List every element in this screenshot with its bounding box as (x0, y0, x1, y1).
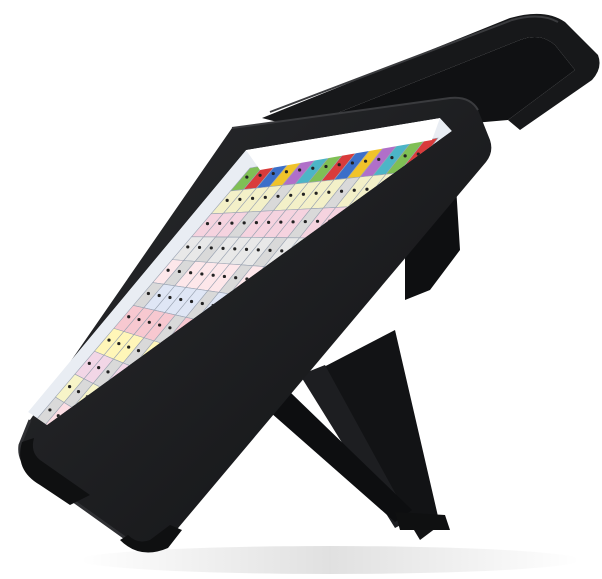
pictogram-icon (258, 173, 262, 177)
pictogram-icon (179, 297, 183, 302)
pictogram-icon (168, 295, 172, 300)
pictogram-icon (48, 408, 52, 412)
pictogram-icon (250, 196, 255, 200)
pictogram-icon (221, 246, 225, 251)
pictogram-icon (200, 272, 204, 276)
pictogram-icon (218, 221, 222, 225)
pictogram-icon (279, 220, 283, 224)
pictogram-icon (242, 221, 246, 225)
pictogram-icon (211, 273, 215, 277)
pictogram-icon (314, 191, 318, 195)
pictogram-icon (268, 248, 272, 252)
pictogram-icon (390, 156, 394, 160)
pictogram-icon (256, 248, 260, 252)
pictogram-icon (87, 361, 91, 365)
pictogram-icon (363, 159, 368, 163)
pictogram-icon (377, 157, 381, 162)
pictogram-icon (106, 370, 110, 374)
pictogram-icon (276, 194, 280, 198)
pictogram-icon (303, 219, 307, 224)
pictogram-icon (339, 189, 344, 193)
pictogram-icon (230, 221, 234, 225)
pictogram-icon (244, 247, 249, 251)
pictogram-icon (365, 187, 369, 191)
pictogram-icon (352, 188, 356, 192)
pictogram-icon (146, 291, 150, 296)
pictogram-icon (205, 222, 210, 226)
pictogram-icon (197, 245, 202, 250)
tablet-photo (18, 13, 600, 574)
pictogram-icon (403, 154, 407, 158)
pictogram-icon (327, 190, 331, 194)
photo-stage (0, 0, 602, 579)
pictogram-icon (222, 274, 227, 279)
pictogram-icon (225, 198, 229, 202)
pictogram-icon (158, 323, 162, 327)
pictogram-icon (127, 345, 131, 349)
pictogram-icon (186, 245, 190, 249)
pictogram-icon (263, 195, 267, 199)
pictogram-icon (177, 269, 181, 274)
pictogram-icon (189, 271, 193, 275)
pictogram-icon (200, 301, 204, 306)
pictogram-icon (127, 315, 131, 319)
pictogram-icon (280, 249, 284, 253)
pictogram-icon (168, 326, 172, 330)
pictogram-icon (137, 317, 141, 322)
pictogram-icon (337, 163, 341, 167)
pictogram-icon (238, 197, 242, 201)
pictogram-icon (301, 192, 306, 196)
pictogram-icon (267, 220, 271, 224)
pictogram-icon (271, 171, 275, 176)
pictogram-icon (289, 193, 293, 197)
pictogram-icon (189, 299, 194, 304)
pictogram-icon (350, 161, 354, 165)
pictogram-icon (284, 170, 289, 174)
pictogram-icon (147, 320, 151, 324)
pictogram-icon (315, 219, 320, 223)
pictogram-icon (136, 348, 141, 353)
pictogram-icon (68, 385, 72, 389)
pictogram-icon (107, 338, 111, 342)
pictogram-icon (157, 293, 161, 298)
pictogram-icon (233, 247, 237, 251)
pictogram-icon (311, 166, 315, 170)
pictogram-icon (209, 246, 213, 250)
pictogram-icon (166, 268, 170, 272)
pictogram-icon (291, 220, 295, 224)
pictogram-icon (324, 164, 328, 169)
pictogram-icon (97, 366, 101, 370)
pictogram-icon (245, 175, 249, 179)
pictogram-icon (298, 168, 302, 172)
pictogram-icon (234, 276, 238, 280)
pictogram-icon (117, 341, 121, 346)
pictogram-icon (76, 390, 81, 394)
pictogram-icon (254, 221, 258, 225)
